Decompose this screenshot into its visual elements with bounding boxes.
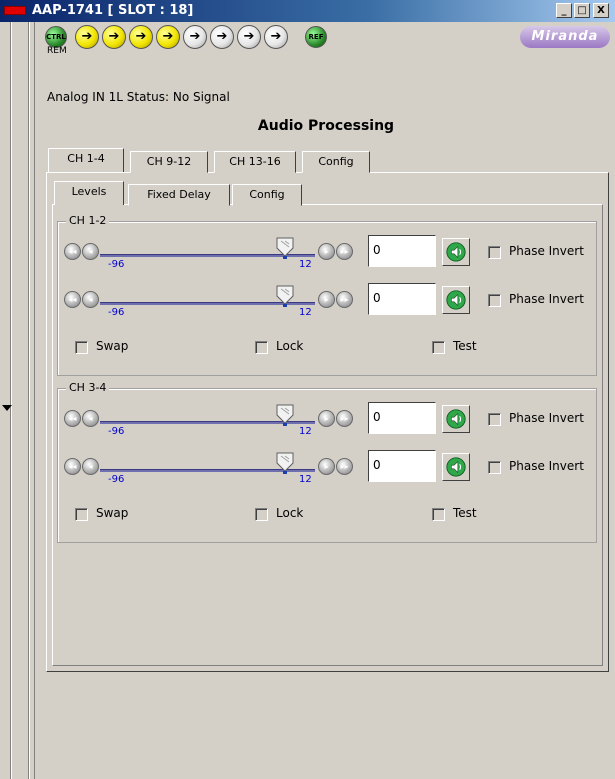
app-icon[interactable] — [4, 6, 26, 15]
test-checkbox[interactable] — [432, 508, 445, 521]
step-down-icon[interactable]: ◂ — [82, 410, 99, 427]
tab-ch-9-12[interactable]: CH 9-12 — [130, 151, 208, 173]
level-row: ◂◂ ◂ -96 12 ▸ ▸▸ 0 Phase Invert — [0, 450, 615, 486]
level-row: ◂◂ ◂ -96 12 ▸ ▸▸ 0 Phase Invert — [0, 283, 615, 319]
level-value-input[interactable]: 0 — [368, 450, 436, 482]
subtab-levels[interactable]: Levels — [54, 181, 124, 205]
phase-invert-checkbox[interactable] — [488, 413, 501, 426]
step-up-fast-icon[interactable]: ▸▸ — [336, 291, 353, 308]
page-title: Audio Processing — [257, 118, 395, 134]
arrow-led-2: ➔ — [102, 25, 126, 49]
group-title: CH 3-4 — [66, 381, 110, 394]
phase-invert-checkbox[interactable] — [488, 461, 501, 474]
header: CTRL ➔ ➔ ➔ ➔ ➔ ➔ ➔ ➔ REF REM Miranda Analog IN 1L… — [37, 22, 615, 104]
slider-min-label: -96 — [108, 307, 125, 318]
phase-invert-label: Phase Invert — [509, 244, 584, 258]
test-label: Test — [453, 339, 477, 353]
ref-led: REF — [305, 26, 327, 48]
step-up-fast-icon[interactable]: ▸▸ — [336, 458, 353, 475]
step-down-fast-icon[interactable]: ◂◂ — [64, 291, 81, 308]
maximize-button[interactable]: □ — [574, 3, 590, 18]
phase-invert-label: Phase Invert — [509, 411, 584, 425]
level-row: ◂◂ ◂ -96 12 ▸ ▸▸ 0 Phase Invert — [0, 402, 615, 438]
test-label: Test — [453, 506, 477, 520]
phase-invert-checkbox[interactable] — [488, 246, 501, 259]
arrow-led-3: ➔ — [129, 25, 153, 49]
step-up-fast-icon[interactable]: ▸▸ — [336, 243, 353, 260]
slider-min-label: -96 — [108, 426, 125, 437]
ctrl-led: CTRL — [45, 26, 67, 48]
arrow-led-4: ➔ — [156, 25, 180, 49]
status-text: Analog IN 1L Status: No Signal — [47, 90, 230, 104]
arrow-led-5: ➔ — [183, 25, 207, 49]
arrow-led-7: ➔ — [237, 25, 261, 49]
phase-invert-label: Phase Invert — [509, 459, 584, 473]
step-down-icon[interactable]: ◂ — [82, 458, 99, 475]
slider-min-label: -96 — [108, 474, 125, 485]
phase-invert-checkbox[interactable] — [488, 294, 501, 307]
mute-speaker-icon[interactable] — [442, 286, 470, 314]
subtab-config[interactable]: Config — [232, 184, 302, 206]
slider-max-label: 12 — [299, 426, 312, 437]
level-slider-thumb[interactable] — [275, 237, 295, 259]
lock-label: Lock — [276, 339, 304, 353]
bottom-area — [37, 680, 615, 779]
close-button[interactable]: X — [593, 3, 609, 18]
slider-max-label: 12 — [299, 307, 312, 318]
step-up-fast-icon[interactable]: ▸▸ — [336, 410, 353, 427]
step-up-icon[interactable]: ▸ — [318, 410, 335, 427]
lock-label: Lock — [276, 506, 304, 520]
tab-config[interactable]: Config — [302, 151, 370, 173]
group-title: CH 1-2 — [66, 214, 110, 227]
miranda-logo: Miranda — [520, 26, 610, 48]
level-slider-thumb[interactable] — [275, 285, 295, 307]
lock-checkbox[interactable] — [255, 341, 268, 354]
step-up-icon[interactable]: ▸ — [318, 291, 335, 308]
window-title: AAP-1741 [ SLOT : 18] — [32, 3, 194, 18]
slider-min-label: -96 — [108, 259, 125, 270]
step-down-fast-icon[interactable]: ◂◂ — [64, 410, 81, 427]
step-down-fast-icon[interactable]: ◂◂ — [64, 243, 81, 260]
slider-max-label: 12 — [299, 474, 312, 485]
tab-ch-13-16[interactable]: CH 13-16 — [214, 151, 296, 173]
title-bar[interactable]: AAP-1741 [ SLOT : 18] _ □ X — [0, 0, 615, 22]
phase-invert-label: Phase Invert — [509, 292, 584, 306]
level-value-input[interactable]: 0 — [368, 402, 436, 434]
level-row: ◂◂ ◂ -96 12 ▸ ▸▸ 0 Phase Invert — [0, 235, 615, 271]
test-checkbox[interactable] — [432, 341, 445, 354]
arrow-led-8: ➔ — [264, 25, 288, 49]
subtab-fixed-delay[interactable]: Fixed Delay — [128, 184, 230, 206]
arrow-led-1: ➔ — [75, 25, 99, 49]
step-down-fast-icon[interactable]: ◂◂ — [64, 458, 81, 475]
mute-speaker-icon[interactable] — [442, 238, 470, 266]
swap-checkbox[interactable] — [75, 508, 88, 521]
step-down-icon[interactable]: ◂ — [82, 243, 99, 260]
left-strip — [0, 22, 36, 779]
slider-max-label: 12 — [299, 259, 312, 270]
level-value-input[interactable]: 0 — [368, 283, 436, 315]
step-up-icon[interactable]: ▸ — [318, 458, 335, 475]
swap-checkbox[interactable] — [75, 341, 88, 354]
tab-ch-1-4[interactable]: CH 1-4 — [48, 148, 124, 172]
arrow-led-6: ➔ — [210, 25, 234, 49]
mute-speaker-icon[interactable] — [442, 453, 470, 481]
rem-label: REM — [47, 46, 67, 56]
swap-label: Swap — [96, 506, 129, 520]
level-value-input[interactable]: 0 — [368, 235, 436, 267]
lock-checkbox[interactable] — [255, 508, 268, 521]
level-slider-thumb[interactable] — [275, 452, 295, 474]
level-slider-thumb[interactable] — [275, 404, 295, 426]
mute-speaker-icon[interactable] — [442, 405, 470, 433]
swap-label: Swap — [96, 339, 129, 353]
step-down-icon[interactable]: ◂ — [82, 291, 99, 308]
step-up-icon[interactable]: ▸ — [318, 243, 335, 260]
minimize-button[interactable]: _ — [556, 3, 572, 18]
